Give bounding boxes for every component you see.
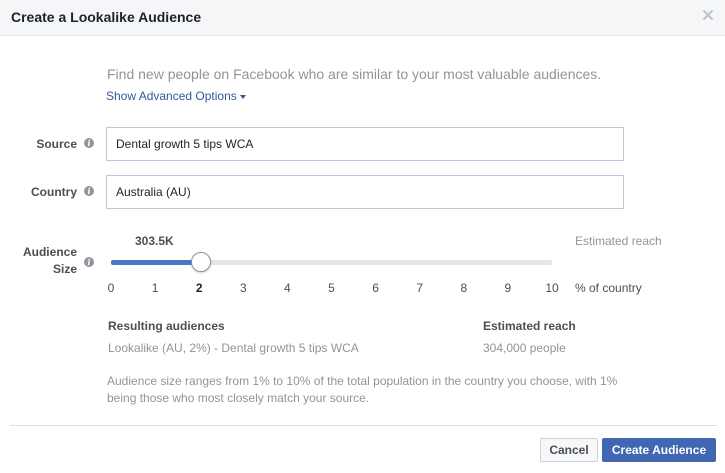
audience-size-label-line2: Size <box>52 262 77 276</box>
slider-tick: 8 <box>460 281 468 295</box>
info-icon[interactable]: i <box>84 186 94 196</box>
slider-tick: 5 <box>328 281 335 295</box>
slider-tick: 3 <box>239 281 247 295</box>
source-input[interactable]: Dental growth 5 tips WCA <box>106 127 624 161</box>
slider-tick: 0 <box>107 281 115 295</box>
footer-divider <box>10 425 717 426</box>
slider-tick: 6 <box>372 281 379 295</box>
slider-tick: 7 <box>416 281 424 295</box>
slider-tick: 2 <box>195 281 203 295</box>
slider-tick: 1 <box>151 281 159 295</box>
info-icon[interactable]: i <box>84 138 94 148</box>
resulting-audiences-header: Resulting audiences <box>108 319 225 333</box>
create-audience-button[interactable]: Create Audience <box>602 438 716 462</box>
caret-down-icon <box>239 94 246 99</box>
country-input[interactable]: Australia (AU) <box>106 175 624 209</box>
estimated-reach-label: Estimated reach <box>575 234 662 248</box>
percent-of-country-label: % of country <box>575 281 642 295</box>
show-advanced-options-link[interactable]: Show Advanced Options <box>106 89 246 103</box>
info-icon[interactable]: i <box>84 257 94 267</box>
slider-fill <box>111 260 200 265</box>
advanced-options-label: Show Advanced Options <box>106 89 237 103</box>
cancel-button[interactable]: Cancel <box>540 438 598 462</box>
slider-tick: 4 <box>284 281 291 295</box>
slider-thumb[interactable] <box>191 252 212 272</box>
audience-size-note: Audience size ranges from 1% to 10% of t… <box>107 374 618 405</box>
slider-tick: 9 <box>504 281 512 295</box>
source-label: Source <box>36 137 77 151</box>
estimated-reach-value: 304,000 people <box>483 341 566 355</box>
estimated-reach-header: Estimated reach <box>483 319 576 333</box>
audience-size-label-line1: Audience <box>22 245 77 259</box>
slider-tick: 10 <box>545 281 559 295</box>
intro-text: Find new people on Facebook who are simi… <box>107 66 602 82</box>
audience-size-label: Audience Size <box>22 244 77 278</box>
slider-reach-value: 303.5K <box>135 234 174 248</box>
country-label: Country <box>31 185 77 199</box>
resulting-audience-value: Lookalike (AU, 2%) - Dental growth 5 tip… <box>108 341 359 355</box>
close-icon[interactable] <box>701 8 715 22</box>
dialog-header: Create a Lookalike Audience <box>0 0 725 36</box>
audience-size-slider[interactable] <box>111 260 552 265</box>
dialog-title: Create a Lookalike Audience <box>11 9 202 25</box>
